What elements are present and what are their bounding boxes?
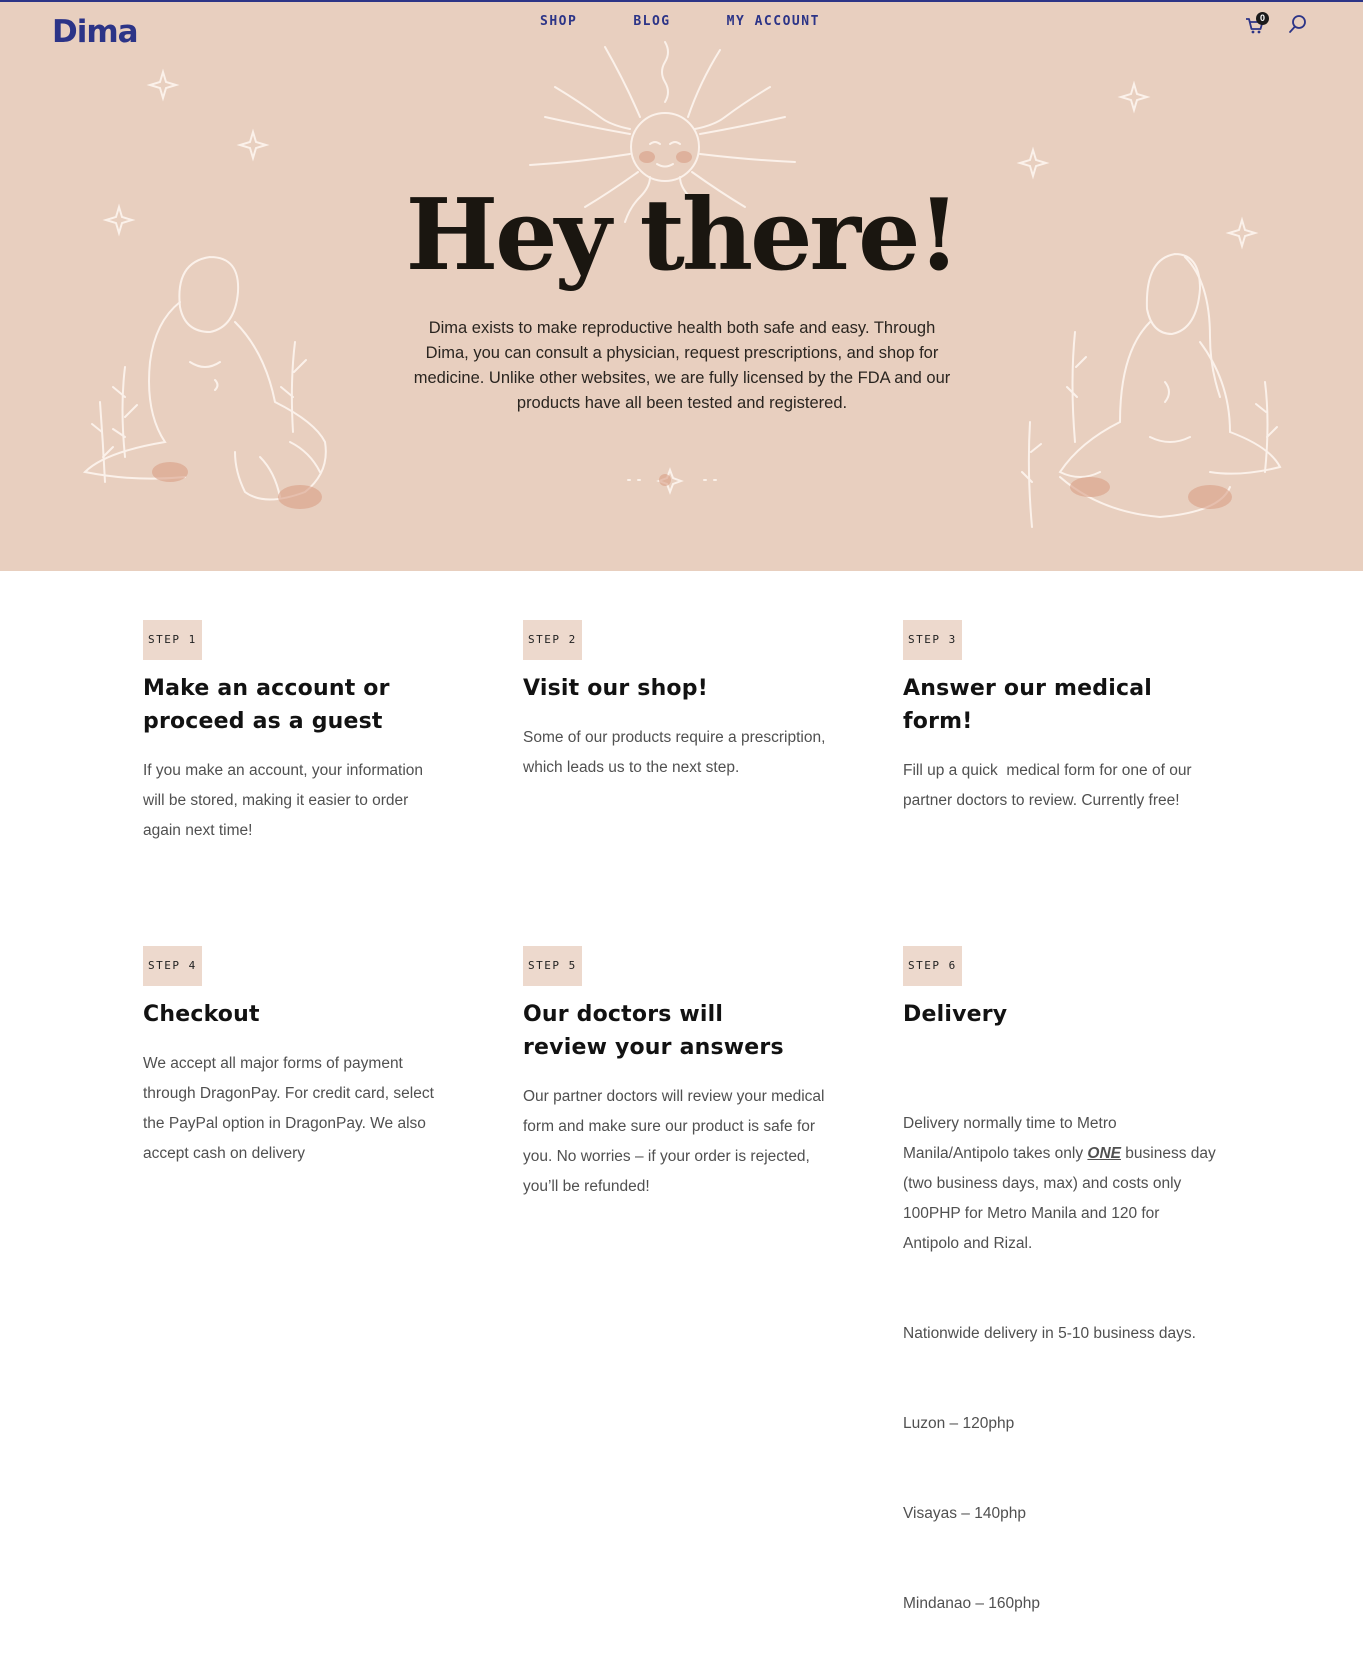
step-title: Make an account or proceed as a guest [143,676,390,734]
main-nav: SHOP BLOG MY ACCOUNT [540,14,876,29]
step-badge: STEP 5 [523,946,582,986]
step-card-1: STEP 1 Make an account or proceed as a g… [143,620,463,846]
delivery-line: Mindanao – 160php [903,1595,1041,1612]
step-badge: STEP 3 [903,620,962,660]
step-title: Our doctors will review your answers [523,1002,784,1060]
step-description: Our partner doctors will review your med… [523,1088,825,1195]
cart-count-badge: 0 [1256,12,1269,25]
step-card-5: STEP 5 Our doctors will review your answ… [523,946,843,1202]
hero-description: Dima exists to make reproductive health … [413,319,951,412]
delivery-line: Visayas – 140php [903,1505,1026,1522]
step-description: Delivery normally time to Metro Manila/A… [903,1049,1218,1679]
step-card-4: STEP 4 Checkout We accept all major form… [143,946,463,1169]
step-title: Visit our shop! [523,676,708,701]
step-description: If you make an account, your information… [143,762,424,839]
search-icon[interactable] [1288,14,1308,34]
nav-item-blog[interactable]: BLOG [633,14,670,29]
step-badge: STEP 2 [523,620,582,660]
step-description: We accept all major forms of payment thr… [143,1055,434,1162]
delivery-emphasis: ONE [1087,1145,1121,1162]
step-description: Fill up a quick medical form for one of … [903,762,1196,809]
nav-item-my-account[interactable]: MY ACCOUNT [727,14,820,29]
step-title: Checkout [143,1002,260,1027]
hero-section: Dima SHOP BLOG MY ACCOUNT 0 Hey there! D… [0,2,1363,571]
step-title: Delivery [903,1002,1008,1027]
step-badge: STEP 4 [143,946,202,986]
step-title: Answer our medical form! [903,676,1152,734]
delivery-line: Nationwide delivery in 5-10 business day… [903,1325,1196,1342]
step-card-2: STEP 2 Visit our shop! Some of our produ… [523,620,843,783]
step-description: Some of our products require a prescript… [523,729,826,776]
nav-item-shop[interactable]: SHOP [540,14,577,29]
site-logo[interactable]: Dima [52,14,139,50]
step-badge: STEP 1 [143,620,202,660]
delivery-line: Luzon – 120php [903,1415,1015,1432]
hero-title: Hey there! [405,178,961,293]
step-card-3: STEP 3 Answer our medical form! Fill up … [903,620,1223,816]
step-badge: STEP 6 [903,946,962,986]
step-card-6: STEP 6 Delivery Delivery normally time t… [903,946,1223,1679]
